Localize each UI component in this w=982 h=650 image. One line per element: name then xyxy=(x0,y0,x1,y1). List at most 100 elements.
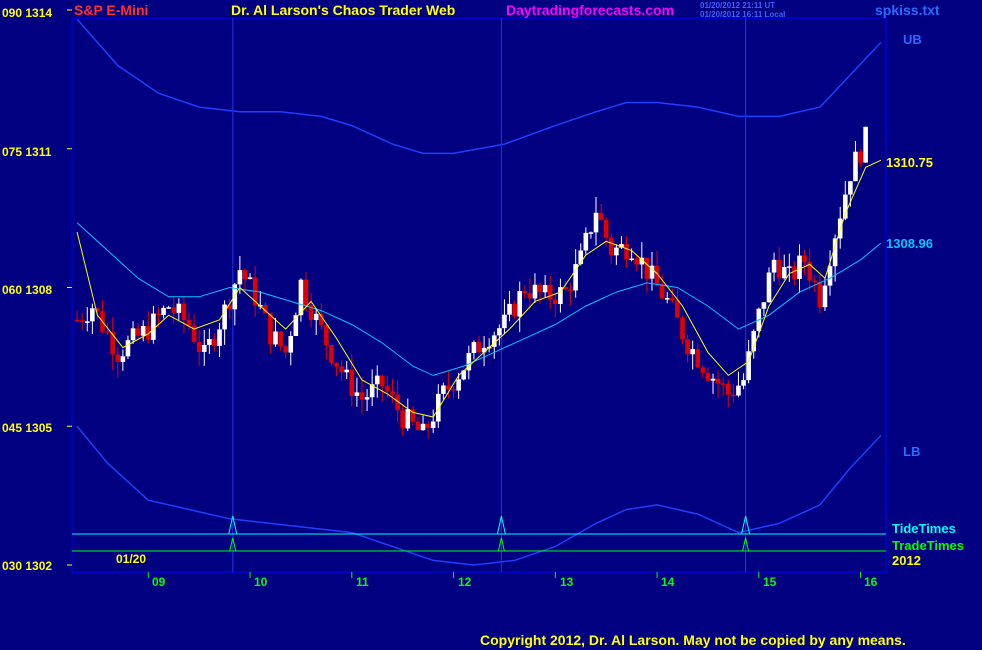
candle-body xyxy=(176,303,182,313)
candle-body xyxy=(680,317,685,340)
candle-body xyxy=(400,410,405,429)
legend-tide-times: TideTimes xyxy=(892,521,956,536)
candle-body xyxy=(324,325,329,346)
candle-body xyxy=(217,329,222,346)
candle-body xyxy=(634,258,640,265)
candle-body xyxy=(776,259,782,279)
candle-body xyxy=(374,375,380,385)
candle-body xyxy=(695,349,701,368)
x-label-15: 15 xyxy=(763,575,777,589)
candle-body xyxy=(344,369,350,373)
candle-body xyxy=(792,266,797,279)
candle-body xyxy=(715,378,721,384)
candle-body xyxy=(848,181,853,195)
candle-body xyxy=(278,331,283,347)
candle-body xyxy=(817,282,823,308)
candle-body xyxy=(334,362,339,367)
candle-body xyxy=(390,391,395,395)
candle-body xyxy=(863,126,868,163)
candle-body xyxy=(720,383,726,385)
x-label-12: 12 xyxy=(458,575,472,589)
candle-body xyxy=(517,291,522,317)
candle-body xyxy=(151,313,156,340)
copyright: Copyright 2012, Dr. Al Larson. May not b… xyxy=(480,632,906,648)
candle-body xyxy=(685,339,690,355)
candle-body xyxy=(313,313,319,321)
candle-body xyxy=(598,212,604,220)
candle-body xyxy=(629,258,634,260)
candle-body xyxy=(731,394,736,397)
candle-body xyxy=(553,299,558,305)
candle-body xyxy=(354,392,360,396)
candle-body xyxy=(130,328,136,341)
x-label-09: 09 xyxy=(152,575,166,589)
candle-body xyxy=(212,339,217,346)
candle-body xyxy=(405,409,411,429)
timestamp-local: 01/20/2012 16:11 Local xyxy=(700,10,786,19)
candle-body xyxy=(542,285,548,293)
candle-body xyxy=(797,255,802,279)
candle-body xyxy=(420,423,426,431)
candle-body xyxy=(135,328,141,336)
chart-background xyxy=(0,0,982,650)
candle-body xyxy=(349,369,355,396)
candle-body xyxy=(522,291,528,294)
timestamp-ut: 01/20/2012 21:11 UT xyxy=(700,1,776,10)
candle-body xyxy=(441,385,446,394)
candle-body xyxy=(787,266,792,268)
candle-body xyxy=(532,284,538,299)
candle-body xyxy=(74,319,80,322)
candle-body xyxy=(583,232,589,251)
candle-body xyxy=(507,303,512,315)
candle-body xyxy=(700,367,706,373)
candle-body xyxy=(201,344,207,352)
candle-body xyxy=(268,313,273,345)
candle-body xyxy=(242,270,248,280)
candle-body xyxy=(664,298,670,300)
candle-body xyxy=(456,379,461,391)
candle-body xyxy=(436,393,441,422)
candle-body xyxy=(547,285,553,300)
candle-body xyxy=(120,356,126,362)
chart xyxy=(0,0,982,650)
candle-body xyxy=(568,289,573,291)
x-label-10: 10 xyxy=(254,575,268,589)
legend-trade-times: TradeTimes xyxy=(892,538,965,553)
candle-body xyxy=(812,280,818,283)
year-label: 2012 xyxy=(892,553,921,568)
candle-body xyxy=(196,341,202,352)
y-label-1305: 045 1305 xyxy=(2,421,53,435)
candle-body xyxy=(105,331,110,333)
candle-body xyxy=(822,285,828,308)
candle-body xyxy=(385,386,390,392)
candle-body xyxy=(659,284,665,299)
candle-body xyxy=(156,313,161,316)
candle-body xyxy=(115,354,121,362)
candle-body xyxy=(705,372,711,381)
candle-body xyxy=(364,397,370,400)
candle-body xyxy=(425,423,431,428)
symbol-title: S&P E-Mini xyxy=(74,2,149,18)
candle-body xyxy=(588,232,594,234)
data-file: spkiss.txt xyxy=(875,2,940,18)
x-label-16: 16 xyxy=(864,575,878,589)
candle-body xyxy=(140,326,146,336)
candle-body xyxy=(451,389,456,391)
candle-body xyxy=(512,303,517,317)
candle-body xyxy=(614,247,619,256)
candle-body xyxy=(207,339,212,345)
candle-body xyxy=(166,307,171,309)
date-label: 01/20 xyxy=(116,552,147,566)
candle-body xyxy=(359,392,365,400)
y-label-1302: 030 1302 xyxy=(2,559,53,573)
candle-body xyxy=(537,284,543,293)
candle-body xyxy=(247,277,253,280)
candle-body xyxy=(181,303,187,320)
candle-body xyxy=(171,307,177,313)
candle-body xyxy=(603,219,609,238)
x-label-11: 11 xyxy=(356,575,369,589)
candle-body xyxy=(329,345,334,363)
site-link[interactable]: Daytradingforecasts.com xyxy=(506,2,674,18)
slow-ma-price-label: 1308.96 xyxy=(886,236,933,251)
candle-body xyxy=(624,244,629,260)
